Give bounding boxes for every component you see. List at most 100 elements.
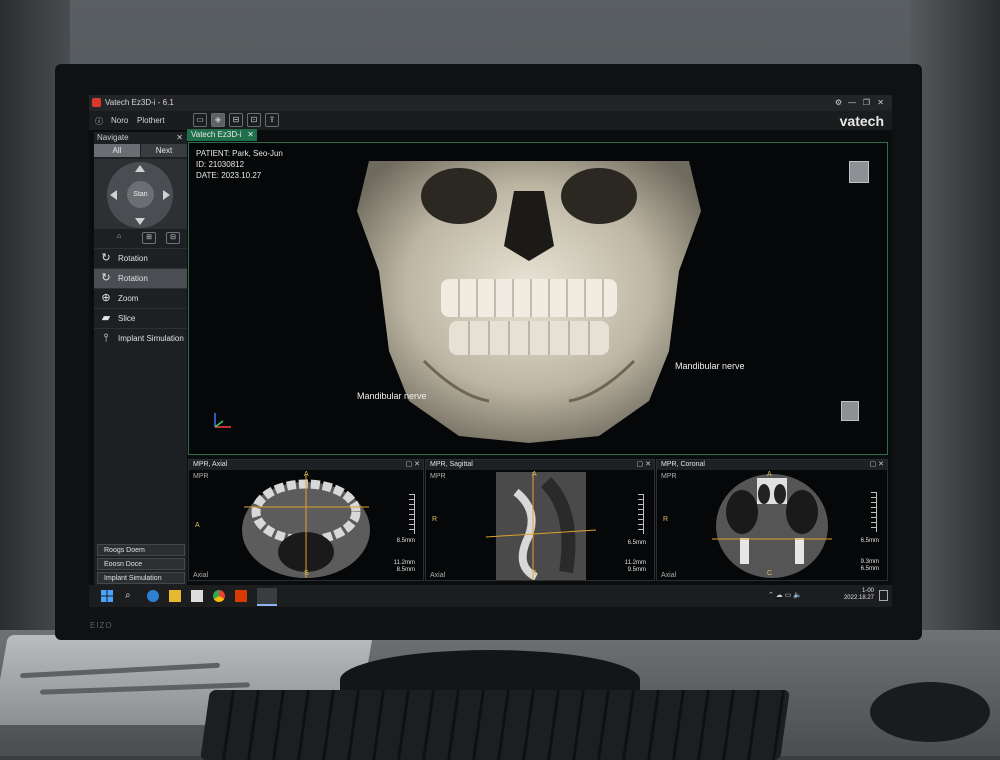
arrow-up-icon[interactable] bbox=[135, 165, 145, 172]
measurement-value: 8.5mm bbox=[396, 538, 415, 544]
tool-rotation[interactable]: ↻ Rotation bbox=[94, 248, 187, 268]
title-bar: Vatech Ez3D-i - 6.1 ⚙ — ❐ ✕ bbox=[89, 95, 892, 111]
mpr-bottom-label: Axial bbox=[661, 572, 677, 579]
system-tray-icons[interactable]: ⌃ ☁ ▭ 🔈 bbox=[768, 591, 802, 599]
chrome-icon[interactable] bbox=[213, 590, 225, 602]
notification-icon[interactable] bbox=[879, 590, 888, 601]
mpr-coronal-view[interactable]: MPR, Coronal ▢ ✕ MPR R A C 6.5mm 9.3mm 6… bbox=[656, 459, 888, 581]
bottom-button-implant[interactable]: Implant Simulation bbox=[97, 572, 185, 584]
measurement-value: 11.2mm bbox=[393, 560, 415, 566]
window-title: Vatech Ez3D-i - 6.1 bbox=[105, 98, 174, 107]
reset-view-icon[interactable]: ⊟ bbox=[166, 232, 180, 244]
tool-label: Rotation bbox=[118, 274, 148, 283]
maximize-icon[interactable]: ❐ bbox=[863, 95, 870, 111]
patient-id: ID: 21030812 bbox=[196, 160, 245, 169]
clock[interactable]: 1-00 2022.18.27 bbox=[844, 588, 874, 602]
annotation-mandibular-nerve-left: Mandibular nerve bbox=[357, 391, 427, 401]
panel-header: Navigate ✕ bbox=[94, 132, 187, 144]
orientation-label-bottom: S bbox=[304, 570, 309, 577]
mpr-sub-label: MPR bbox=[193, 473, 209, 480]
scale-ruler bbox=[409, 494, 415, 534]
orientation-label-left: R bbox=[663, 516, 669, 523]
orientation-label-left: R bbox=[432, 516, 438, 523]
capture-icon[interactable]: ⊡ bbox=[247, 113, 261, 127]
mpr-bottom-label: Axial bbox=[193, 572, 209, 579]
folder-icon[interactable]: ▭ bbox=[193, 113, 207, 127]
navigate-panel: Navigate ✕ All Next Stan ⌂ ⊞ ⊟ ↻ Rotatio… bbox=[94, 132, 187, 592]
mpr-bottom-label: Axial bbox=[430, 572, 446, 579]
tool-zoom[interactable]: ⊕ Zoom bbox=[94, 288, 187, 308]
mpr-title: MPR, Coronal bbox=[661, 461, 705, 468]
mpr-axial-view[interactable]: MPR, Axial ▢ ✕ MPR A A S 8.5mm 11.2mm 8.… bbox=[188, 459, 424, 581]
3d-view-icon[interactable]: ◈ bbox=[211, 113, 225, 127]
tool-label: Implant Simulation bbox=[118, 334, 184, 343]
skull-3d-render bbox=[357, 161, 701, 443]
bottom-button-1[interactable]: Roogs Doem bbox=[97, 544, 185, 556]
view-mode-icon[interactable]: ⊞ bbox=[142, 232, 156, 244]
tab-all[interactable]: All bbox=[94, 144, 140, 157]
orientation-cube-icon[interactable] bbox=[849, 161, 869, 183]
mouse bbox=[870, 682, 990, 742]
tool-rotation-active[interactable]: ↻ Rotation bbox=[94, 268, 187, 288]
panel-title: Navigate bbox=[97, 133, 129, 142]
mpr-window-controls[interactable]: ▢ ✕ bbox=[637, 460, 651, 470]
app-logo-icon bbox=[92, 98, 101, 107]
minimize-icon[interactable]: — bbox=[848, 95, 856, 111]
ez3di-taskbar-icon[interactable] bbox=[257, 588, 277, 606]
tab-next[interactable]: Next bbox=[141, 144, 187, 157]
store-icon[interactable] bbox=[191, 590, 203, 602]
tool-label: Rotation bbox=[118, 254, 148, 263]
wheel-center-button[interactable]: Stan bbox=[127, 181, 154, 208]
menu-item-1[interactable]: Noro bbox=[111, 116, 128, 125]
info-icon[interactable]: ⓘ bbox=[95, 116, 103, 127]
mpr-sagittal-view[interactable]: MPR, Sagittal ▢ ✕ MPR R A S 6.5mm 11.2mm… bbox=[425, 459, 655, 581]
arrow-right-icon[interactable] bbox=[163, 190, 170, 200]
document-tab[interactable]: Vatech Ez3D-i ✕ bbox=[187, 129, 257, 141]
mpr-sub-label: MPR bbox=[430, 473, 446, 480]
monitor-logo: EIZO bbox=[90, 621, 113, 630]
measurement-value: 9.3mm bbox=[860, 559, 879, 565]
screen: Vatech Ez3D-i - 6.1 ⚙ — ❐ ✕ ⓘ Noro Ploth… bbox=[89, 95, 892, 607]
export-icon[interactable]: ⇪ bbox=[265, 113, 279, 127]
panel-close-icon[interactable]: ✕ bbox=[176, 132, 183, 144]
orientation-label-left: A bbox=[195, 522, 200, 529]
annotation-mandibular-nerve-right: Mandibular nerve bbox=[675, 361, 745, 371]
edge-browser-icon[interactable] bbox=[147, 590, 159, 602]
mpr-header: MPR, Coronal ▢ ✕ bbox=[657, 460, 887, 470]
mpr-window-controls[interactable]: ▢ ✕ bbox=[870, 460, 884, 470]
search-icon[interactable]: ⌕ bbox=[125, 590, 137, 602]
3d-volume-view[interactable]: PATIENT: Park, Seo-Jun ID: 21030812 DATE… bbox=[188, 142, 888, 455]
tool-slice[interactable]: ▰ Slice bbox=[94, 308, 187, 328]
measurement-value: 6.5mm bbox=[860, 566, 879, 572]
layout-icon[interactable]: ⊟ bbox=[229, 113, 243, 127]
arrow-left-icon[interactable] bbox=[110, 190, 117, 200]
tool-implant-simulation[interactable]: ⫯ Implant Simulation bbox=[94, 328, 187, 348]
orientation-label-top: A bbox=[304, 471, 309, 478]
office-icon[interactable] bbox=[235, 590, 247, 602]
mpr-title: MPR, Axial bbox=[193, 461, 228, 468]
settings-icon[interactable]: ⚙ bbox=[835, 95, 842, 111]
scale-ruler bbox=[871, 492, 877, 532]
orientation-label-bottom: S bbox=[532, 570, 537, 577]
mpr-title: MPR, Sagittal bbox=[430, 461, 473, 468]
taskbar: ⌕ ⌃ ☁ ▭ 🔈 1-00 2022.18.27 bbox=[89, 585, 892, 607]
arrow-down-icon[interactable] bbox=[135, 218, 145, 225]
rotate-icon: ↻ bbox=[101, 272, 111, 284]
implant-icon: ⫯ bbox=[103, 332, 109, 344]
mpr-sub-label: MPR bbox=[661, 473, 677, 480]
tooth-icon[interactable]: ⌂ bbox=[112, 232, 126, 244]
menu-item-2[interactable]: Plothert bbox=[137, 116, 165, 125]
tool-label: Slice bbox=[118, 314, 136, 323]
brand-logo: vatech bbox=[839, 113, 884, 129]
bottom-button-2[interactable]: Eoosn Doce bbox=[97, 558, 185, 570]
volume-thumbnail-icon[interactable] bbox=[841, 401, 859, 421]
tab-close-icon[interactable]: ✕ bbox=[247, 129, 254, 141]
windows-start-icon[interactable] bbox=[101, 590, 113, 602]
measurement-value: 6.5mm bbox=[627, 540, 646, 546]
measurement-value: 9.5mm bbox=[627, 567, 646, 573]
clock-time: 1-00 bbox=[861, 588, 874, 594]
close-icon[interactable]: ✕ bbox=[877, 95, 884, 111]
mpr-window-controls[interactable]: ▢ ✕ bbox=[406, 460, 420, 470]
file-explorer-icon[interactable] bbox=[169, 590, 181, 602]
navigation-wheel[interactable]: Stan bbox=[107, 162, 173, 228]
